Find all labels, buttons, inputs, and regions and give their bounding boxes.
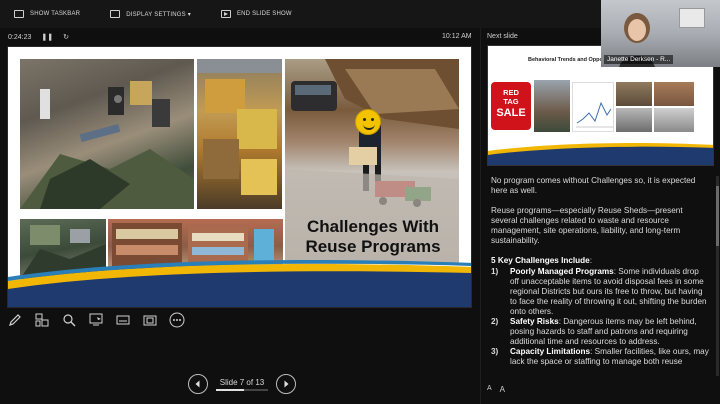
increase-font-icon[interactable]: A — [500, 385, 505, 394]
display-icon — [110, 10, 121, 18]
zoom-icon[interactable] — [60, 311, 78, 329]
slide-navigation: Slide 7 of 13 — [188, 374, 296, 394]
thumb-photo-car — [616, 108, 652, 132]
notes-font-controls: A A — [487, 385, 505, 394]
slide-progress-fill — [216, 388, 244, 391]
current-slide[interactable]: Challenges With Reuse Programs — [7, 46, 472, 308]
elapsed-time: 0:24:23 — [8, 33, 32, 41]
notes-item-number: 3) — [491, 347, 499, 356]
reset-timer-icon[interactable]: ↻ — [63, 33, 69, 41]
thumb-photo-pile — [616, 82, 652, 106]
notes-key-heading: 5 Key Challenges Include: — [491, 256, 710, 266]
next-icon[interactable] — [276, 374, 296, 394]
thumb-footer-wave — [488, 143, 713, 165]
presenter-webcam: Janette Derksen - R... — [601, 0, 720, 67]
presenter-tools — [6, 309, 186, 331]
slide-counter-label: Slide 7 of 13 — [219, 377, 265, 387]
notes-item-text: Safety Risks: Dangerous items may be lef… — [510, 317, 710, 347]
slide-counter[interactable]: Slide 7 of 13 — [216, 378, 268, 391]
camera-icon[interactable] — [141, 311, 159, 329]
pane-divider[interactable] — [480, 28, 481, 404]
photo-junk-pile — [20, 59, 194, 209]
thumb-photo-truck — [534, 80, 570, 132]
notes-scroll-thumb[interactable] — [716, 186, 719, 246]
webcam-name-label: Janette Derksen - R... — [604, 55, 674, 64]
red-tag-sale: SALE — [496, 107, 526, 119]
notes-item-title: Poorly Managed Programs — [510, 267, 614, 276]
show-taskbar-button[interactable]: SHOW TASKBAR — [0, 0, 90, 28]
notes-item-title: Capacity Limitations — [510, 347, 591, 356]
red-tag-line-2: TAG — [503, 97, 519, 106]
photo-junk-pile-art — [20, 81, 194, 209]
thumb-chart — [572, 82, 614, 132]
all-slides-icon[interactable] — [33, 311, 51, 329]
notes-key-heading-colon: : — [589, 256, 593, 265]
photo-boxes-art — [197, 59, 282, 195]
thumb-chart-art — [576, 101, 613, 128]
notes-key-heading-text: 5 Key Challenges Include — [491, 256, 590, 265]
more-icon[interactable] — [168, 311, 186, 329]
next-slide-label: Next slide — [487, 33, 518, 40]
notes-paragraph-1: No program comes without Challenges so, … — [491, 176, 696, 195]
slide-footer-wave — [8, 259, 471, 307]
decrease-font-icon[interactable]: A — [487, 385, 492, 394]
end-slide-show-button[interactable]: END SLIDE SHOW — [207, 0, 302, 28]
speaker-notes[interactable]: No program comes without Challenges so, … — [487, 176, 720, 376]
notes-item-text: Poorly Managed Programs: Some individual… — [510, 267, 710, 317]
pen-icon[interactable] — [6, 311, 24, 329]
subtitles-icon[interactable] — [114, 311, 132, 329]
notes-list-item: 1) Poorly Managed Programs: Some individ… — [491, 267, 710, 317]
notes-item-number: 1) — [491, 267, 499, 276]
red-tag-line-1: RED — [503, 88, 519, 97]
clock: 10:12 AM — [442, 33, 472, 40]
face-cover-emoji — [355, 109, 381, 135]
display-settings-button[interactable]: DISPLAY SETTINGS ▾ — [96, 0, 201, 28]
webcam-background-frame — [679, 8, 705, 28]
slide-progress-bar — [216, 388, 268, 391]
photo-boxes — [197, 59, 282, 209]
red-tag-sale-image: RED TAG SALE — [491, 82, 531, 130]
elapsed-timer: 0:24:23 ❚❚ ↻ — [8, 33, 69, 42]
notes-scrollbar[interactable] — [716, 176, 719, 376]
taskbar-icon — [14, 10, 24, 18]
notes-item-title: Safety Risks — [510, 317, 559, 326]
notes-list-item: 2) Safety Risks: Dangerous items may be … — [491, 317, 710, 347]
headline-line-1: Challenges With — [306, 217, 440, 236]
show-taskbar-label: SHOW TASKBAR — [30, 11, 81, 17]
notes-item-text: Capacity Limitations: Smaller facilities… — [510, 347, 710, 367]
pointer-icon[interactable] — [87, 311, 105, 329]
prev-icon[interactable] — [188, 374, 208, 394]
end-show-icon — [220, 10, 231, 18]
thumb-photo-suv — [654, 108, 694, 132]
pause-timer-icon[interactable]: ❚❚ — [41, 33, 53, 41]
display-settings-label: DISPLAY SETTINGS ▾ — [126, 11, 191, 18]
thumb-photo-lumber — [654, 82, 694, 106]
notes-item-number: 2) — [491, 317, 499, 326]
notes-list-item: 3) Capacity Limitations: Smaller facilit… — [491, 347, 710, 367]
end-slide-show-label: END SLIDE SHOW — [236, 11, 292, 17]
notes-paragraph-2: Reuse programs—especially Reuse Sheds—pr… — [491, 206, 683, 245]
